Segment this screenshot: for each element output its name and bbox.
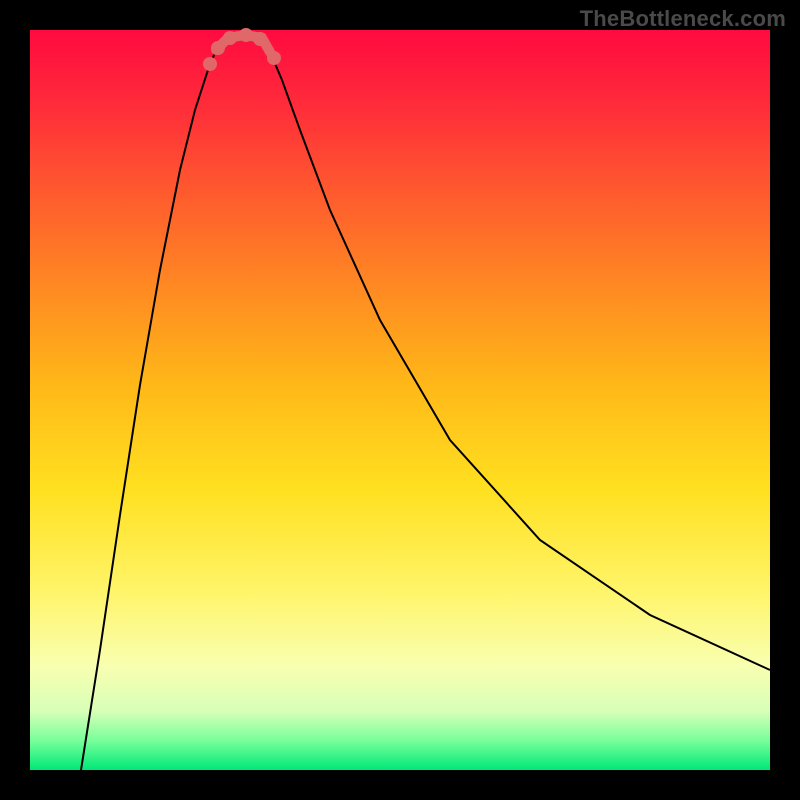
curve-right-branch (262, 38, 770, 670)
chart-frame: TheBottleneck.com (0, 0, 800, 800)
highlight-dot (267, 51, 281, 65)
highlight-dot (253, 32, 267, 46)
highlight-dot (211, 41, 225, 55)
chart-svg (30, 30, 770, 770)
plot-area (30, 30, 770, 770)
highlight-dot (223, 31, 237, 45)
curve-left-branch (81, 38, 228, 770)
watermark-text: TheBottleneck.com (580, 6, 786, 32)
highlight-dot (239, 28, 253, 42)
highlight-dot (203, 57, 217, 71)
